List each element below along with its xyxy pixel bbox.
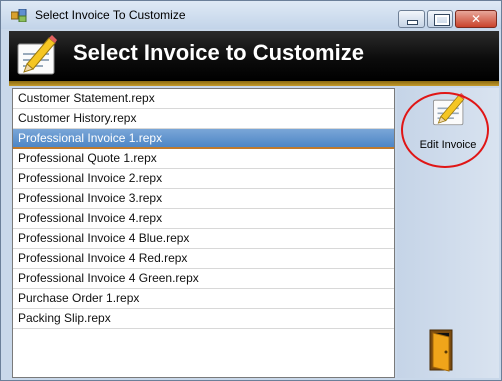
exit-door-icon[interactable] <box>428 328 458 372</box>
maximize-button[interactable] <box>427 10 453 28</box>
list-item[interactable]: Packing Slip.repx <box>13 309 394 329</box>
list-item[interactable]: Professional Invoice 1.repx <box>13 129 394 149</box>
header-banner: Select Invoice to Customize <box>9 31 499 81</box>
banner-divider <box>9 81 499 86</box>
edit-invoice-label: Edit Invoice <box>419 139 477 151</box>
list-item[interactable]: Professional Invoice 4 Red.repx <box>13 249 394 269</box>
app-window: Select Invoice To Customize ✕ Select Inv… <box>0 0 502 381</box>
pencil-document-icon <box>17 35 57 75</box>
page-title: Select Invoice to Customize <box>73 40 364 65</box>
minimize-button[interactable] <box>398 10 425 28</box>
list-item[interactable]: Professional Invoice 2.repx <box>13 169 394 189</box>
action-panel: Edit Invoice <box>397 88 499 378</box>
edit-invoice-button[interactable]: Edit Invoice <box>405 90 491 164</box>
list-item[interactable]: Professional Invoice 3.repx <box>13 189 394 209</box>
list-item[interactable]: Professional Quote 1.repx <box>13 149 394 169</box>
app-icon <box>11 9 27 22</box>
list-item[interactable]: Professional Invoice 4 Blue.repx <box>13 229 394 249</box>
list-item[interactable]: Professional Invoice 4 Green.repx <box>13 269 394 289</box>
list-item[interactable]: Professional Invoice 4.repx <box>13 209 394 229</box>
list-item[interactable]: Customer History.repx <box>13 109 394 129</box>
title-bar[interactable]: Select Invoice To Customize ✕ <box>1 1 501 29</box>
list-item[interactable]: Purchase Order 1.repx <box>13 289 394 309</box>
close-icon: ✕ <box>470 12 482 26</box>
list-item[interactable]: Customer Statement.repx <box>13 89 394 109</box>
window-title: Select Invoice To Customize <box>35 8 186 22</box>
invoice-template-list[interactable]: Customer Statement.repx Customer History.… <box>12 88 395 378</box>
pencil-document-icon <box>433 92 466 126</box>
close-button[interactable]: ✕ <box>455 10 497 28</box>
